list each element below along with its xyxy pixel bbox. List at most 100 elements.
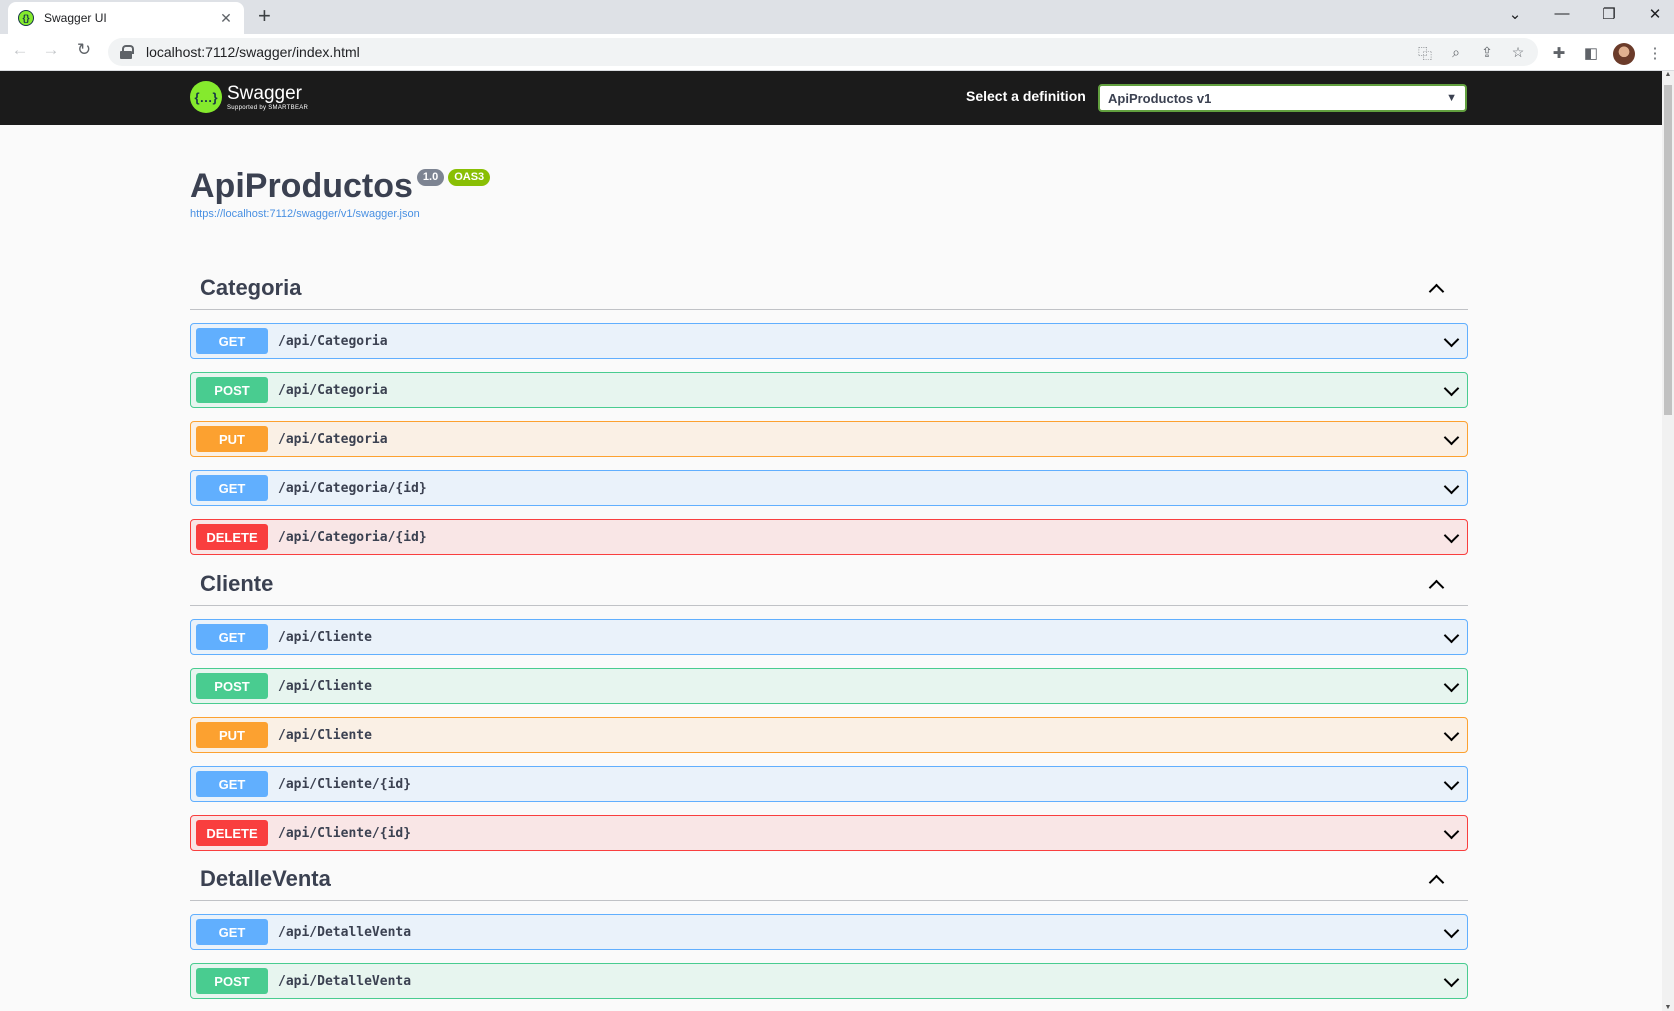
- chevron-up-icon[interactable]: [1428, 576, 1444, 592]
- operation-row[interactable]: POST/api/Cliente: [190, 668, 1468, 704]
- definition-select[interactable]: ApiProductos v1 ▼: [1098, 84, 1467, 112]
- operation-path: /api/Categoria: [278, 431, 388, 447]
- operation-path: /api/Cliente/{id}: [278, 776, 412, 792]
- operation-row[interactable]: GET/api/Categoria/{id}: [190, 470, 1468, 506]
- forward-icon[interactable]: →: [39, 40, 63, 60]
- operation-row[interactable]: POST/api/DetalleVenta: [190, 963, 1468, 999]
- definition-label: Select a definition: [966, 88, 1086, 104]
- tag-name: DetalleVenta: [200, 865, 331, 891]
- method-badge: GET: [196, 328, 268, 354]
- scroll-up-icon[interactable]: ▲: [1662, 71, 1674, 78]
- address-bar[interactable]: localhost:7112/swagger/index.html ⿻ ⌕ ⇪ …: [108, 38, 1538, 66]
- scroll-down-icon[interactable]: ▼: [1662, 1004, 1674, 1011]
- tag-header[interactable]: Cliente: [190, 562, 1468, 606]
- operation-row[interactable]: GET/api/DetalleVenta: [190, 914, 1468, 950]
- swagger-icon: {}: [18, 10, 34, 26]
- operation-path: /api/Categoria/{id}: [278, 529, 427, 545]
- chevron-up-icon[interactable]: [1428, 280, 1444, 296]
- profile-avatar[interactable]: [1613, 43, 1635, 65]
- chevron-down-icon[interactable]: [1443, 826, 1459, 842]
- url-text: localhost:7112/swagger/index.html: [146, 44, 360, 60]
- operation-row[interactable]: GET/api/Cliente/{id}: [190, 766, 1468, 802]
- method-badge: PUT: [196, 426, 268, 452]
- restore-icon[interactable]: ❐: [1599, 5, 1619, 23]
- method-badge: GET: [196, 919, 268, 945]
- scroll-thumb[interactable]: [1664, 85, 1672, 415]
- tab-search-icon[interactable]: ⌄: [1505, 5, 1525, 23]
- tab-title: Swagger UI: [44, 11, 107, 25]
- minimize-icon[interactable]: —: [1552, 5, 1572, 22]
- chevron-down-icon[interactable]: [1443, 777, 1459, 793]
- tag-header[interactable]: Categoria: [190, 266, 1468, 310]
- operation-path: /api/Cliente/{id}: [278, 825, 412, 841]
- chevron-down-icon[interactable]: [1443, 432, 1459, 448]
- zoom-icon[interactable]: ⌕: [1446, 44, 1466, 61]
- close-tab-icon[interactable]: ✕: [218, 10, 234, 27]
- tag-section-categoria: Categoria GET/api/Categoria POST/api/Categ…: [190, 266, 1468, 555]
- swagger-logo-icon: {…}: [190, 81, 222, 113]
- tag-section-cliente: Cliente GET/api/Cliente POST/api/Cliente PU…: [190, 562, 1468, 851]
- side-panel-icon[interactable]: ◧: [1581, 44, 1601, 62]
- operation-row[interactable]: PUT/api/Cliente: [190, 717, 1468, 753]
- logo-name: Swagger: [227, 82, 302, 104]
- extensions-icon[interactable]: ✚: [1549, 44, 1569, 62]
- operation-row[interactable]: DELETE/api/Categoria/{id}: [190, 519, 1468, 555]
- method-badge: POST: [196, 673, 268, 699]
- chevron-down-icon[interactable]: [1443, 728, 1459, 744]
- tag-header[interactable]: DetalleVenta: [190, 857, 1468, 901]
- chevron-down-icon: ▼: [1446, 92, 1457, 104]
- chevron-up-icon[interactable]: [1428, 871, 1444, 887]
- chevron-down-icon[interactable]: [1443, 481, 1459, 497]
- close-window-icon[interactable]: ✕: [1645, 5, 1665, 23]
- reload-icon[interactable]: ↻: [72, 40, 96, 60]
- back-icon[interactable]: ←: [8, 40, 32, 60]
- browser-tab-bar: {} Swagger UI ✕ + ⌄ — ❐ ✕: [0, 0, 1674, 34]
- oas-badge: OAS3: [448, 169, 491, 186]
- chevron-down-icon[interactable]: [1443, 530, 1459, 546]
- operation-path: /api/Categoria: [278, 333, 388, 349]
- method-badge: POST: [196, 377, 268, 403]
- bookmark-star-icon[interactable]: ☆: [1508, 44, 1528, 61]
- tag-name: Cliente: [200, 570, 274, 596]
- method-badge: GET: [196, 624, 268, 650]
- chevron-down-icon[interactable]: [1443, 334, 1459, 350]
- menu-icon[interactable]: ⋮: [1645, 44, 1665, 62]
- logo-subtitle: Supported by SMARTBEAR: [227, 104, 309, 111]
- spec-json-link[interactable]: https://localhost:7112/swagger/v1/swagge…: [190, 208, 490, 220]
- browser-tab[interactable]: {} Swagger UI ✕: [8, 2, 244, 34]
- method-badge: POST: [196, 968, 268, 994]
- method-badge: GET: [196, 771, 268, 797]
- new-tab-icon[interactable]: +: [258, 5, 271, 27]
- tag-name: Categoria: [200, 274, 302, 300]
- method-badge: DELETE: [196, 524, 268, 550]
- method-badge: PUT: [196, 722, 268, 748]
- chevron-down-icon[interactable]: [1443, 679, 1459, 695]
- operation-row[interactable]: PUT/api/Categoria: [190, 421, 1468, 457]
- operation-path: /api/DetalleVenta: [278, 924, 412, 940]
- version-badge: 1.0: [416, 169, 445, 186]
- browser-toolbar: ← → ↻ localhost:7112/swagger/index.html …: [0, 34, 1674, 71]
- operation-row[interactable]: DELETE/api/Cliente/{id}: [190, 815, 1468, 851]
- operation-path: /api/Categoria: [278, 382, 388, 398]
- share-icon[interactable]: ⇪: [1477, 44, 1497, 61]
- lock-icon[interactable]: [120, 45, 134, 59]
- chevron-down-icon[interactable]: [1443, 974, 1459, 990]
- definition-value: ApiProductos v1: [1108, 90, 1212, 106]
- operation-path: /api/DetalleVenta: [278, 973, 412, 989]
- swagger-topbar: {…} Swagger Supported by SMARTBEAR Selec…: [0, 71, 1662, 125]
- swagger-logo[interactable]: {…} Swagger Supported by SMARTBEAR: [190, 81, 308, 113]
- operation-row[interactable]: GET/api/Categoria: [190, 323, 1468, 359]
- api-title: ApiProductos: [190, 167, 413, 205]
- method-badge: GET: [196, 475, 268, 501]
- tag-section-detalleventa: DetalleVenta GET/api/DetalleVenta POST/api…: [190, 857, 1468, 999]
- chevron-down-icon[interactable]: [1443, 925, 1459, 941]
- operation-row[interactable]: POST/api/Categoria: [190, 372, 1468, 408]
- translate-icon[interactable]: ⿻: [1415, 44, 1435, 64]
- operation-row[interactable]: GET/api/Cliente: [190, 619, 1468, 655]
- page-scrollbar[interactable]: ▲ ▼: [1662, 71, 1674, 1011]
- chevron-down-icon[interactable]: [1443, 630, 1459, 646]
- operation-path: /api/Cliente: [278, 629, 372, 645]
- operation-path: /api/Cliente: [278, 678, 372, 694]
- chevron-down-icon[interactable]: [1443, 383, 1459, 399]
- operation-path: /api/Cliente: [278, 727, 372, 743]
